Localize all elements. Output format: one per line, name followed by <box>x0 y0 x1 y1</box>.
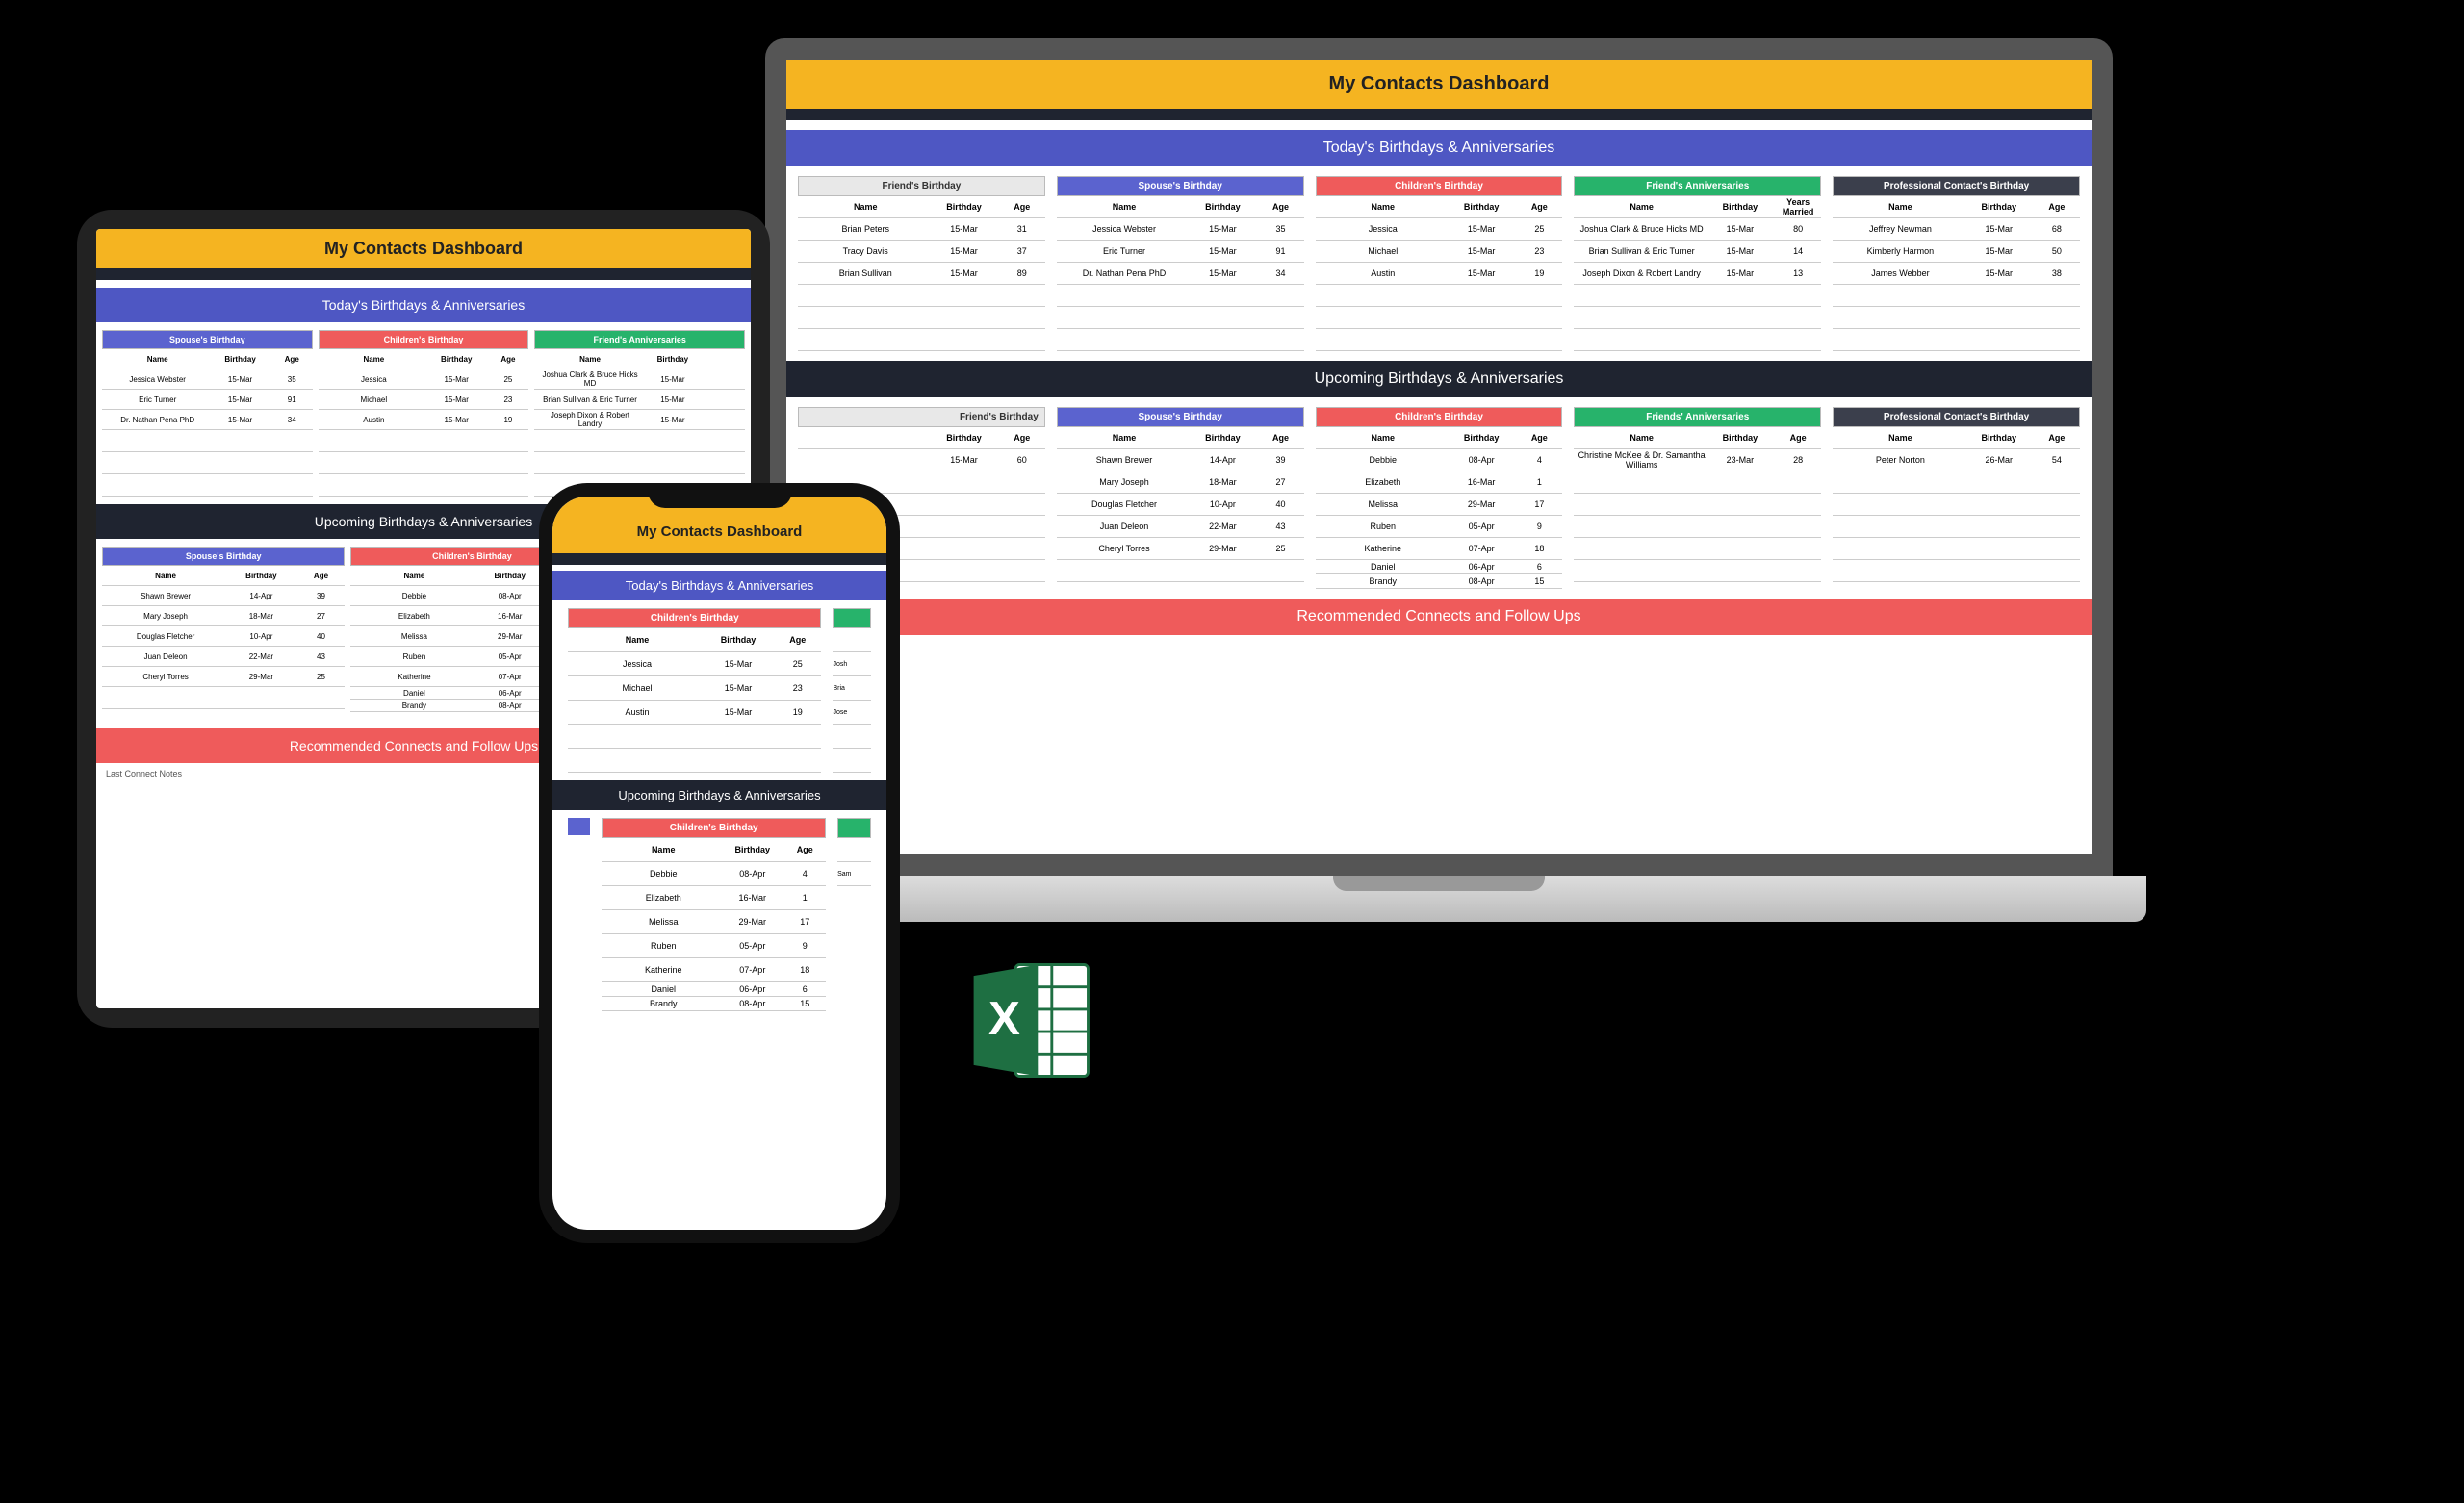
table-row: Daniel06-Apr6 <box>1316 560 1563 574</box>
section-today: Today's Birthdays & Anniversaries <box>96 288 751 322</box>
table-row: Jeffrey Newman15-Mar68 <box>1833 218 2080 241</box>
page-title: My Contacts Dashboard <box>96 229 751 268</box>
excel-icon: X <box>962 951 1102 1090</box>
divider <box>552 553 886 565</box>
table-row: Douglas Fletcher10-Apr40 <box>1057 494 1304 516</box>
table-row: Joseph Dixon & Robert Landry15-Mar13 <box>1574 263 1821 285</box>
table-row: Brandy08-Apr15 <box>1316 574 1563 589</box>
col-spouse-bday-upcoming: Spouse's Birthday NameBirthdayAge Shawn … <box>1057 407 1304 589</box>
col-header: Children's Birthday <box>1316 176 1563 196</box>
col-header: Friend's Birthday <box>798 176 1045 196</box>
divider <box>96 268 751 280</box>
col-prof-bday-upcoming: Professional Contact's Birthday NameBirt… <box>1833 407 2080 589</box>
section-upcoming: Upcoming Birthdays & Anniversaries <box>552 780 886 810</box>
col-children-bday-upcoming: Children's Birthday NameBirthdayAge Debb… <box>1316 407 1563 589</box>
table-row: Kimberly Harmon15-Mar50 <box>1833 241 2080 263</box>
table-row: Peter Norton26-Mar54 <box>1833 449 2080 471</box>
col-friend-anniv-upcoming: Friends' Anniversaries NameBirthdayAge C… <box>1574 407 1821 589</box>
col-spouse-bday-upcoming: Spouse's Birthday NameBirthdayAge Shawn … <box>102 547 345 713</box>
table-row: Mary Joseph18-Mar27 <box>1057 471 1304 494</box>
col-children-bday: Children's Birthday NameBirthdayAge Jess… <box>568 608 821 773</box>
col-header: Children's Birthday <box>1316 407 1563 427</box>
col-children-bday: Children's Birthday NameBirthdayAge Jess… <box>1316 176 1563 351</box>
dashboard-laptop: My Contacts Dashboard Today's Birthdays … <box>786 60 2092 635</box>
col-friend-bday: Friend's Birthday NameBirthdayAge Brian … <box>798 176 1045 351</box>
today-columns-tablet: Spouse's Birthday NameBirthdayAge Jessic… <box>96 322 751 504</box>
table-row: Jessica15-Mar25 <box>1316 218 1563 241</box>
laptop-base <box>732 876 2146 922</box>
col-friend-anniv: Friend's Anniversaries NameBirthday Josh… <box>534 330 745 497</box>
col-header: Professional Contact's Birthday <box>1833 407 2080 427</box>
laptop-bezel: My Contacts Dashboard Today's Birthdays … <box>765 38 2113 876</box>
table-row: James Webber15-Mar38 <box>1833 263 2080 285</box>
table-row: Shawn Brewer14-Apr39 <box>1057 449 1304 471</box>
table-row: Austin15-Mar19 <box>1316 263 1563 285</box>
page-title: My Contacts Dashboard <box>786 60 2092 109</box>
laptop-hinge-notch <box>1333 876 1545 891</box>
col-children-bday: Children's Birthday NameBirthdayAge Jess… <box>319 330 529 497</box>
col-friend-anniv: Friend's Anniversaries NameBirthdayYears… <box>1574 176 1821 351</box>
table-row: Debbie08-Apr4 <box>1316 449 1563 471</box>
table-row: Jessica Webster15-Mar35 <box>1057 218 1304 241</box>
table-row: Juan Deleon22-Mar43 <box>1057 516 1304 538</box>
dashboard-phone: My Contacts Dashboard Today's Birthdays … <box>552 497 886 1019</box>
col-header: Professional Contact's Birthday <box>1833 176 2080 196</box>
phone-display: My Contacts Dashboard Today's Birthdays … <box>552 497 886 1230</box>
col-header: Spouse's Birthday <box>1057 176 1304 196</box>
col-anniv-sliver: Josh Bria Jose <box>833 608 871 773</box>
col-spouse-bday: Spouse's Birthday NameBirthdayAge Jessic… <box>102 330 313 497</box>
phone-mockup: My Contacts Dashboard Today's Birthdays … <box>539 483 900 1243</box>
table-row: Cheryl Torres29-Mar25 <box>1057 538 1304 560</box>
col-prof-bday: Professional Contact's Birthday NameBirt… <box>1833 176 2080 351</box>
phone-notch <box>648 483 792 508</box>
upcoming-columns-phone: Children's Birthday NameBirthdayAge Debb… <box>552 810 886 1019</box>
upcoming-columns: Friend's Birthday BirthdayAge 15-Mar60 S… <box>786 397 2092 599</box>
divider <box>786 109 2092 120</box>
table-row: Michael15-Mar23 <box>1316 241 1563 263</box>
table-row: Elizabeth16-Mar1 <box>1316 471 1563 494</box>
col-header: Friend's Anniversaries <box>1574 176 1821 196</box>
table-row: Christine McKee & Dr. Samantha Williams2… <box>1574 449 1821 471</box>
col-header: Friends' Anniversaries <box>1574 407 1821 427</box>
table-row: Brian Sullivan15-Mar89 <box>798 263 1045 285</box>
table-row: Dr. Nathan Pena PhD15-Mar34 <box>1057 263 1304 285</box>
col-header: Spouse's Birthday <box>1057 407 1304 427</box>
table-row: Tracy Davis15-Mar37 <box>798 241 1045 263</box>
table-row: Eric Turner15-Mar91 <box>1057 241 1304 263</box>
col-anniv-sliver-2: Sam <box>837 818 871 1011</box>
today-columns-phone: Children's Birthday NameBirthdayAge Jess… <box>552 600 886 780</box>
table-row: Katherine07-Apr18 <box>1316 538 1563 560</box>
laptop-mockup: My Contacts Dashboard Today's Birthdays … <box>732 38 2146 922</box>
section-today: Today's Birthdays & Anniversaries <box>552 571 886 600</box>
col-header: Friend's Birthday <box>798 407 1045 427</box>
today-columns: Friend's Birthday NameBirthdayAge Brian … <box>786 166 2092 361</box>
table-row: Melissa29-Mar17 <box>1316 494 1563 516</box>
svg-text:X: X <box>988 992 1020 1045</box>
table-row: Joshua Clark & Bruce Hicks MD15-Mar80 <box>1574 218 1821 241</box>
col-children-bday-upcoming: Children's Birthday NameBirthdayAge Debb… <box>602 818 826 1011</box>
section-today: Today's Birthdays & Anniversaries <box>786 130 2092 166</box>
table-row: Brian Peters15-Mar31 <box>798 218 1045 241</box>
section-recommended: Recommended Connects and Follow Ups <box>786 599 2092 635</box>
col-spouse-bday: Spouse's Birthday NameBirthdayAge Jessic… <box>1057 176 1304 351</box>
section-upcoming: Upcoming Birthdays & Anniversaries <box>786 361 2092 397</box>
table-row: Ruben05-Apr9 <box>1316 516 1563 538</box>
table-row: 15-Mar60 <box>798 449 1045 471</box>
laptop-display: My Contacts Dashboard Today's Birthdays … <box>786 60 2092 854</box>
spouse-sliver <box>568 818 590 835</box>
table-row: Brian Sullivan & Eric Turner15-Mar14 <box>1574 241 1821 263</box>
